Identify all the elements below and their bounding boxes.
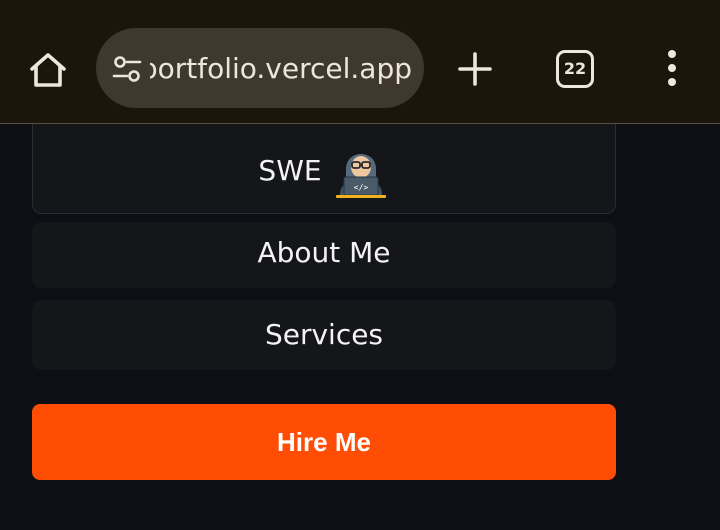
address-bar[interactable]: portfolio.vercel.app xyxy=(96,28,424,108)
nav-item-services[interactable]: Services xyxy=(32,300,616,370)
home-icon[interactable] xyxy=(26,48,70,92)
more-vert-icon[interactable] xyxy=(656,48,688,88)
hire-me-button[interactable]: Hire Me xyxy=(32,404,616,480)
svg-text:</>: </> xyxy=(353,183,368,192)
nav-item-services-label: Services xyxy=(264,318,384,351)
plus-icon[interactable] xyxy=(456,50,494,88)
browser-toolbar: portfolio.vercel.app 22 xyxy=(0,0,720,124)
nav-item-about-me-label: About Me xyxy=(257,236,391,269)
url-value: portfolio.vercel.app xyxy=(150,52,412,85)
nav-item-about-me[interactable]: About Me xyxy=(32,222,616,288)
url-text[interactable]: portfolio.vercel.app xyxy=(150,50,412,88)
nav-item-swe-label: SWE xyxy=(258,153,322,187)
tab-count: 22 xyxy=(563,59,587,78)
hacker-laptop-icon: </> xyxy=(335,154,386,198)
hire-me-label: Hire Me xyxy=(277,427,371,457)
tab-switcher-icon[interactable]: 22 xyxy=(556,50,594,88)
nav-item-swe[interactable]: SWE </> xyxy=(32,124,616,214)
site-settings-icon[interactable] xyxy=(112,54,142,84)
